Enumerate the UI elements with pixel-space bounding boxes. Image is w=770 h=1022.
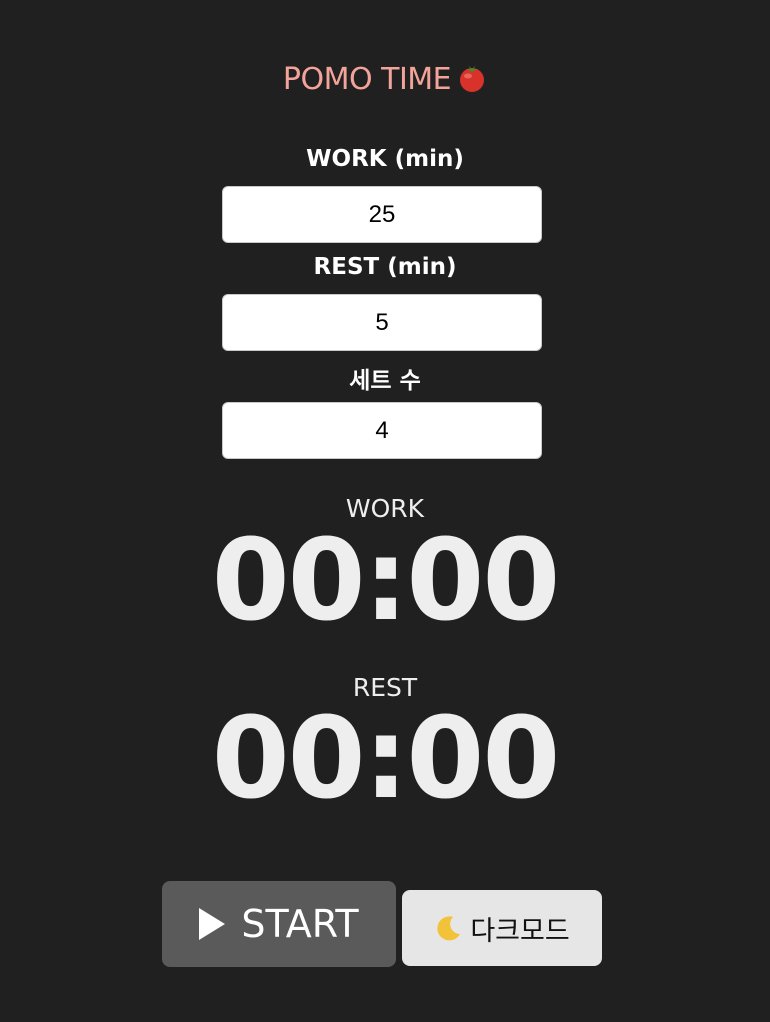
play-icon [199,908,226,940]
moon-icon [434,913,464,943]
start-button-label: START [241,902,359,946]
dark-mode-button[interactable]: 다크모드 [402,890,602,966]
rest-timer-display: 00:00 [211,694,561,824]
pomodoro-app: POMO TIME WORK (min) REST (min) 세트 수 WOR… [0,0,770,1022]
app-title: POMO TIME [0,62,770,97]
app-title-text: POMO TIME [282,62,452,97]
sets-count-input[interactable] [222,402,542,459]
work-timer-display: 00:00 [211,516,561,646]
work-minutes-label: WORK (min) [306,146,464,172]
sets-count-label: 세트 수 [349,368,421,394]
dark-mode-button-label: 다크모드 [470,915,570,947]
rest-minutes-input[interactable] [222,294,542,351]
rest-minutes-label: REST (min) [313,254,457,280]
start-button[interactable]: START [162,881,396,967]
tomato-icon [457,63,487,93]
work-minutes-input[interactable] [222,186,542,243]
